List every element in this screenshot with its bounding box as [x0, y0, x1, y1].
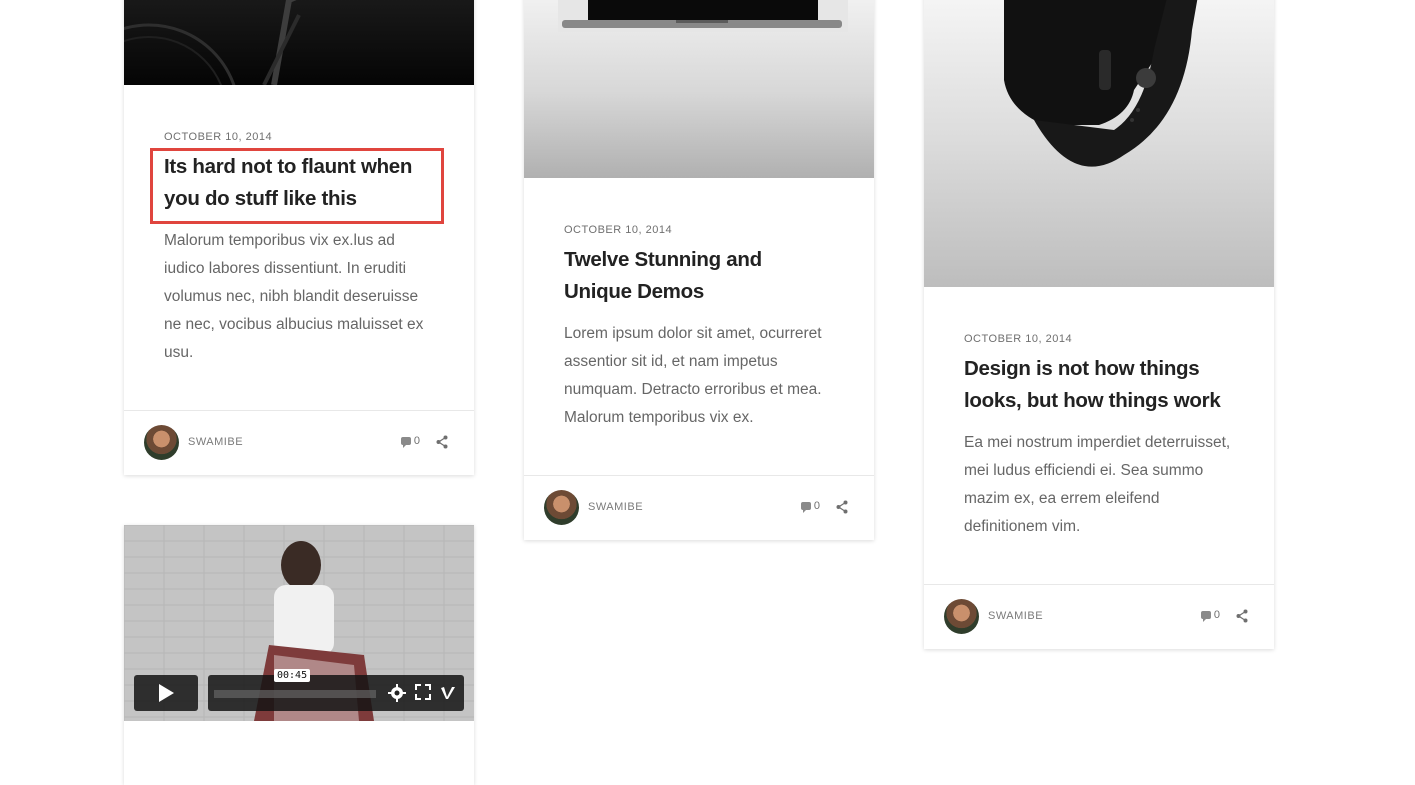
- author-name[interactable]: SWAMIBE: [588, 501, 643, 513]
- author-name[interactable]: SWAMIBE: [988, 610, 1043, 622]
- comment-icon: [1200, 611, 1211, 622]
- post-card: October 10, 2014 Its hard not to flaunt …: [124, 0, 474, 475]
- comment-count[interactable]: 0: [1200, 609, 1220, 622]
- post-title[interactable]: Design is not how things looks, but how …: [964, 353, 1234, 417]
- comment-count[interactable]: 0: [800, 500, 820, 513]
- gear-icon[interactable]: [388, 684, 406, 702]
- post-image-laptop[interactable]: [524, 0, 874, 178]
- highlight-box: [150, 148, 444, 224]
- post-title[interactable]: Its hard not to flaunt when you do stuff…: [150, 148, 444, 224]
- laptop-image: [558, 0, 848, 32]
- post-image-bicycle[interactable]: [124, 0, 474, 85]
- video-player[interactable]: 00:45: [124, 525, 474, 721]
- share-icon[interactable]: [436, 435, 448, 449]
- author-name[interactable]: SWAMIBE: [188, 436, 243, 448]
- time-tooltip: 00:45: [274, 669, 311, 682]
- comment-count-value: 0: [1213, 609, 1220, 621]
- play-button[interactable]: [134, 675, 198, 711]
- comment-icon: [800, 502, 811, 513]
- share-icon[interactable]: [1236, 609, 1248, 623]
- comment-count-value: 0: [813, 500, 820, 512]
- post-footer: SWAMIBE 0: [124, 410, 474, 475]
- share-icon[interactable]: [836, 500, 848, 514]
- avatar[interactable]: [144, 425, 179, 460]
- progress-bar[interactable]: [214, 690, 376, 698]
- post-date: October 10, 2014: [164, 131, 273, 143]
- video-controls: 00:45: [134, 669, 464, 711]
- post-date: October 10, 2014: [964, 333, 1073, 345]
- vimeo-icon[interactable]: [440, 684, 456, 700]
- avatar[interactable]: [944, 599, 979, 634]
- post-title[interactable]: Twelve Stunning and Unique Demos: [564, 244, 834, 308]
- post-date: October 10, 2014: [564, 224, 673, 236]
- post-image-watch[interactable]: [924, 0, 1274, 287]
- post-footer: SWAMIBE 0: [524, 475, 874, 540]
- post-card: October 10, 2014 Twelve Stunning and Uni…: [524, 0, 874, 540]
- avatar[interactable]: [544, 490, 579, 525]
- post-excerpt: Malorum temporibus vix ex.lus ad iudico …: [164, 232, 424, 361]
- fullscreen-icon[interactable]: [415, 684, 431, 700]
- post-card-video: 00:45: [124, 525, 474, 785]
- comment-count-value: 0: [413, 435, 420, 447]
- bicycle-image: [124, 0, 301, 85]
- video-icons: [388, 684, 456, 702]
- post-card: October 10, 2014 Design is not how thing…: [924, 0, 1274, 649]
- watch-image: [1004, 0, 1198, 167]
- play-icon: [159, 684, 174, 702]
- post-excerpt: Lorem ipsum dolor sit amet, ocurreret as…: [564, 325, 822, 426]
- video-control-bar: 00:45: [208, 669, 464, 711]
- comment-icon: [400, 437, 411, 448]
- post-footer: SWAMIBE 0: [924, 584, 1274, 649]
- comment-count[interactable]: 0: [400, 435, 420, 448]
- post-excerpt: Ea mei nostrum imperdiet deterruisset, m…: [964, 434, 1231, 535]
